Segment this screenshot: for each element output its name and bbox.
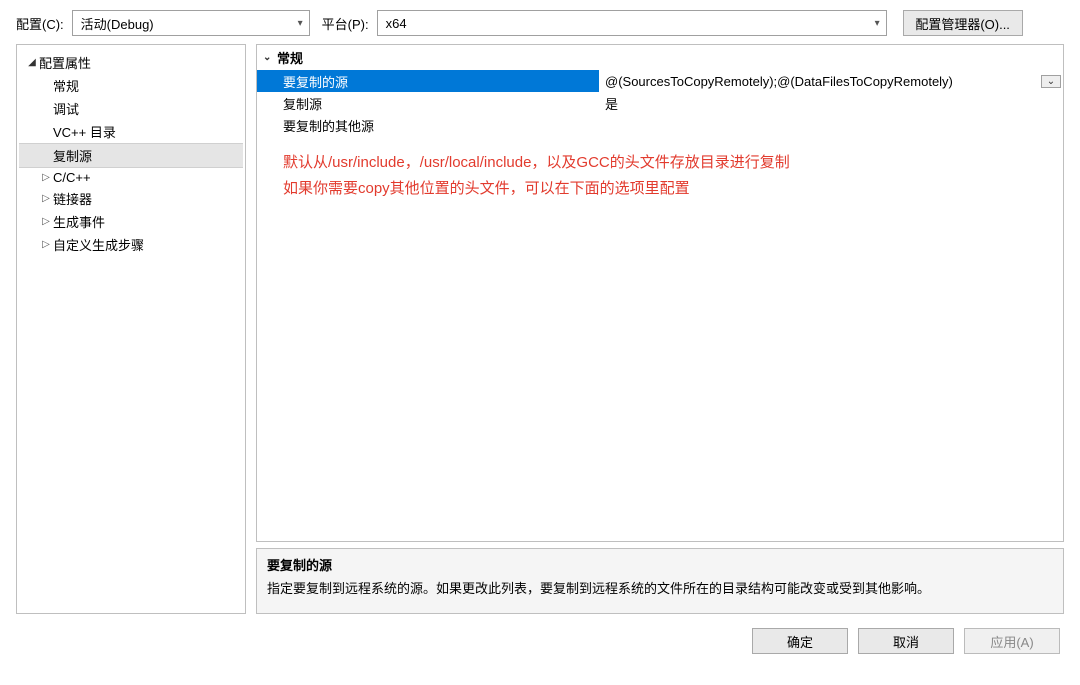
collapse-icon[interactable]: ⌄ (263, 52, 277, 63)
collapse-icon[interactable]: ◢ (25, 57, 39, 68)
prop-row-copy-sources[interactable]: 复制源 是 (257, 92, 1063, 114)
expand-icon[interactable]: ▷ (39, 193, 53, 204)
apply-button[interactable]: 应用(A) (964, 628, 1060, 654)
expand-icon[interactable]: ▷ (39, 172, 53, 183)
chevron-down-icon: ▾ (298, 18, 303, 29)
expand-icon[interactable]: ▷ (39, 216, 53, 227)
prop-row-additional-sources[interactable]: 要复制的其他源 (257, 114, 1063, 136)
chevron-down-icon: ⌄ (1047, 76, 1055, 87)
right-pane: ⌄ 常规 要复制的源 @(SourcesToCopyRemotely);@(Da… (256, 44, 1064, 614)
property-grid[interactable]: ⌄ 常规 要复制的源 @(SourcesToCopyRemotely);@(Da… (256, 44, 1064, 542)
platform-label: 平台(P): (322, 14, 369, 33)
tree-item-ccpp[interactable]: ▷ C/C++ (19, 168, 243, 187)
prop-row-sources-to-copy[interactable]: 要复制的源 @(SourcesToCopyRemotely);@(DataFil… (257, 70, 1063, 92)
annotation-text: 默认从/usr/include，/usr/local/include，以及GCC… (257, 136, 1063, 201)
cancel-button[interactable]: 取消 (858, 628, 954, 654)
tree-item-linker[interactable]: ▷ 链接器 (19, 187, 243, 210)
category-header[interactable]: ⌄ 常规 (257, 45, 1063, 70)
prop-label: 要复制的其他源 (257, 114, 599, 136)
tree-item-label: C/C++ (53, 170, 91, 185)
tree-item-copysources[interactable]: 复制源 (19, 143, 243, 168)
config-combo[interactable]: 活动(Debug) ▾ (72, 10, 310, 36)
dropdown-button[interactable]: ⌄ (1041, 75, 1061, 88)
prop-label: 要复制的源 (257, 70, 599, 92)
platform-combo[interactable]: x64 ▾ (377, 10, 887, 36)
nav-tree[interactable]: ◢ 配置属性 常规 调试 VC++ 目录 复制源 ▷ C/C++ ▷ 链接器 ▷ (16, 44, 246, 614)
tree-item-custombuild[interactable]: ▷ 自定义生成步骤 (19, 233, 243, 256)
prop-label: 复制源 (257, 92, 599, 114)
description-title: 要复制的源 (267, 555, 1053, 574)
tree-root-label: 配置属性 (39, 53, 91, 72)
tree-item-label: 自定义生成步骤 (53, 235, 144, 254)
category-label: 常规 (277, 48, 303, 67)
tree-item-label: 调试 (53, 99, 79, 118)
config-label: 配置(C): (16, 14, 64, 33)
tree-item-label: VC++ 目录 (53, 122, 116, 141)
config-combo-value: 活动(Debug) (81, 14, 154, 33)
tree-root[interactable]: ◢ 配置属性 (19, 51, 243, 74)
toolbar: 配置(C): 活动(Debug) ▾ 平台(P): x64 ▾ 配置管理器(O)… (0, 0, 1080, 44)
tree-item-label: 生成事件 (53, 212, 105, 231)
prop-value[interactable]: 是 (599, 92, 1063, 114)
ok-button[interactable]: 确定 (752, 628, 848, 654)
tree-item-label: 复制源 (53, 146, 92, 165)
tree-item-label: 链接器 (53, 189, 92, 208)
tree-item-general[interactable]: 常规 (19, 74, 243, 97)
expand-icon[interactable]: ▷ (39, 239, 53, 250)
tree-item-buildevents[interactable]: ▷ 生成事件 (19, 210, 243, 233)
tree-item-label: 常规 (53, 76, 79, 95)
prop-value[interactable]: @(SourcesToCopyRemotely);@(DataFilesToCo… (599, 70, 1063, 92)
tree-item-debug[interactable]: 调试 (19, 97, 243, 120)
description-body: 指定要复制到远程系统的源。如果更改此列表，要复制到远程系统的文件所在的目录结构可… (267, 578, 1053, 597)
config-manager-button[interactable]: 配置管理器(O)... (903, 10, 1023, 36)
description-panel: 要复制的源 指定要复制到远程系统的源。如果更改此列表，要复制到远程系统的文件所在… (256, 548, 1064, 614)
dialog-footer: 确定 取消 应用(A) (0, 614, 1080, 668)
platform-combo-value: x64 (386, 16, 407, 31)
prop-value[interactable] (599, 114, 1063, 136)
chevron-down-icon: ▾ (875, 18, 880, 29)
tree-item-vcdirs[interactable]: VC++ 目录 (19, 120, 243, 143)
main-area: ◢ 配置属性 常规 调试 VC++ 目录 复制源 ▷ C/C++ ▷ 链接器 ▷ (0, 44, 1080, 614)
